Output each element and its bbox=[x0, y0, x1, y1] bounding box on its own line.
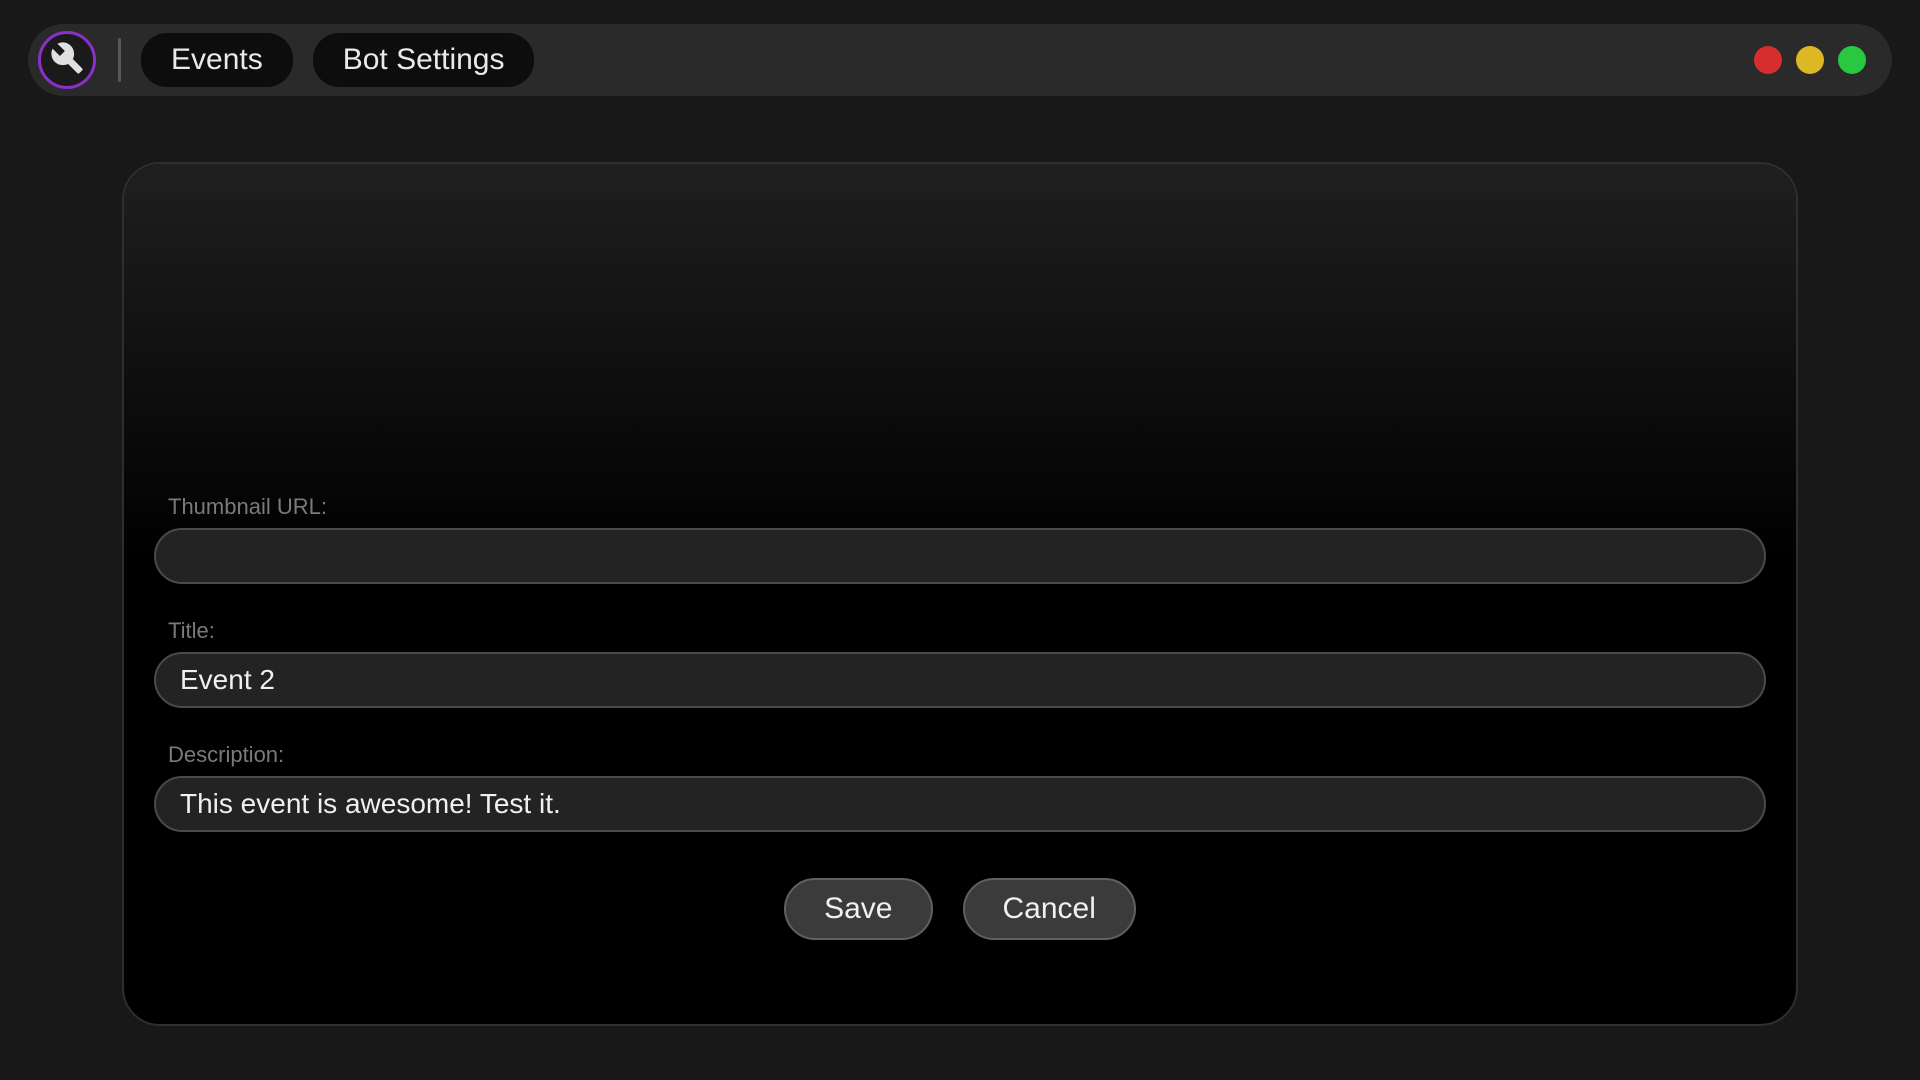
app-icon[interactable] bbox=[38, 31, 96, 89]
field-thumbnail-url: Thumbnail URL: bbox=[154, 494, 1766, 584]
description-input[interactable] bbox=[154, 776, 1766, 832]
tab-bot-settings[interactable]: Bot Settings bbox=[313, 33, 535, 87]
field-description: Description: bbox=[154, 742, 1766, 832]
window-controls bbox=[1754, 46, 1872, 74]
titlebar-separator bbox=[118, 38, 121, 82]
window-close-button[interactable] bbox=[1754, 46, 1782, 74]
cancel-button[interactable]: Cancel bbox=[963, 878, 1136, 940]
window-maximize-button[interactable] bbox=[1838, 46, 1866, 74]
thumbnail-url-label: Thumbnail URL: bbox=[168, 494, 1766, 520]
title-input[interactable] bbox=[154, 652, 1766, 708]
thumbnail-url-input[interactable] bbox=[154, 528, 1766, 584]
wrench-icon bbox=[50, 41, 84, 80]
field-title: Title: bbox=[154, 618, 1766, 708]
title-label: Title: bbox=[168, 618, 1766, 644]
event-form: Thumbnail URL: Title: Description: Save … bbox=[154, 164, 1766, 940]
form-actions: Save Cancel bbox=[154, 878, 1766, 940]
window-minimize-button[interactable] bbox=[1796, 46, 1824, 74]
tab-events[interactable]: Events bbox=[141, 33, 293, 87]
tab-list: Events Bot Settings bbox=[141, 33, 534, 87]
titlebar: Events Bot Settings bbox=[28, 24, 1892, 96]
save-button[interactable]: Save bbox=[784, 878, 932, 940]
description-label: Description: bbox=[168, 742, 1766, 768]
event-form-card: Thumbnail URL: Title: Description: Save … bbox=[122, 162, 1798, 1026]
